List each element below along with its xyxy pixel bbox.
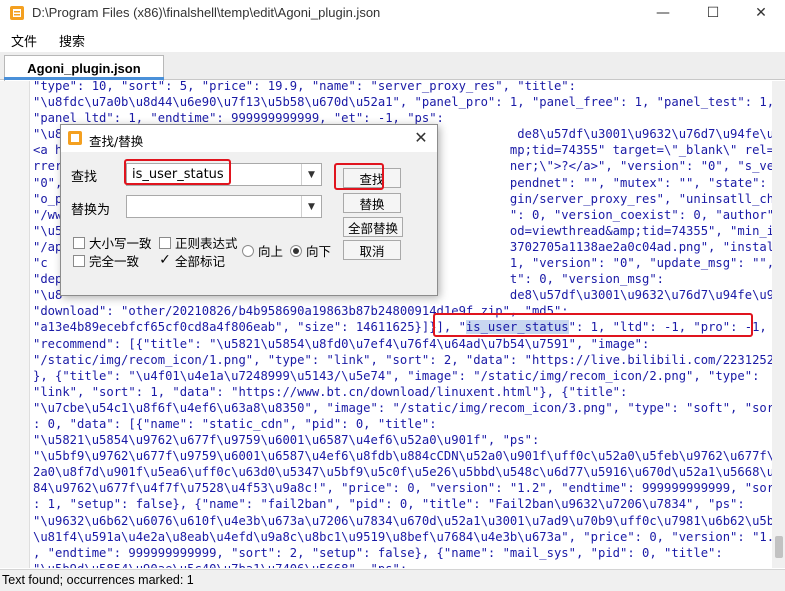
code-line[interactable]: "\u5b9d\u5854\u90ae\u5c40\u7ba1\u7406\u5… [33, 561, 772, 568]
menu-search[interactable]: 搜索 [59, 31, 85, 50]
replace-all-button[interactable]: 全部替换 [343, 217, 403, 237]
dialog-close-button[interactable]: ✕ [411, 128, 431, 147]
regex-label: 正则表达式 [175, 236, 238, 251]
whole-word-label: 完全一致 [89, 254, 140, 269]
radio-dot [242, 244, 254, 257]
menu-bar: 文件 搜索 [0, 27, 785, 51]
mark-all-checkbox[interactable]: ✓ 全部标记 [159, 251, 225, 270]
code-text: "recommend": [{"title": "\u5821\u5854\u8… [33, 336, 650, 351]
code-text: }, {"title": "\u4f01\u4e1a\u7248999\u514… [33, 368, 760, 383]
direction-up-label: 向上 [258, 244, 284, 259]
code-text: : 0, "data": [{"name": "static_cdn", "pi… [33, 416, 437, 431]
code-line[interactable]: \u81f4\u591a\u4e2a\u8eab\u4efd\u9a8c\u8b… [33, 529, 772, 545]
code-text: 2a0\u8f7d\u901f\u5ea6\uff0c\u63d0\u5347\… [33, 465, 772, 480]
code-line[interactable]: , "endtime": 999999999999, "sort": 2, "s… [33, 545, 772, 561]
direction-down-radio[interactable]: 向下 [290, 241, 331, 260]
code-text: \u81f4\u591a\u4e2a\u8eab\u4efd\u9a8c\u8b… [33, 529, 772, 544]
code-text: 84\u9762\u677f\u4f7f\u7528\u4f53\u9a8c!"… [33, 481, 772, 496]
code-line[interactable]: }, {"title": "\u4f01\u4e1a\u7248999\u514… [33, 368, 772, 384]
direction-down-label: 向下 [306, 244, 332, 259]
code-text: "\u5821\u5854\u9762\u677f\u9759\u6001\u6… [33, 433, 540, 448]
checkmark-icon: ✓ [159, 252, 171, 268]
code-text: "\u5b9d\u5854\u90ae\u5c40\u7ba1\u7406\u5… [33, 562, 407, 568]
case-sensitive-checkbox[interactable]: 大小写一致 [73, 233, 152, 252]
case-sensitive-label: 大小写一致 [89, 236, 152, 251]
code-text: "a13e4b89ecebfcf65cf0cd8a4f806eab", "siz… [33, 320, 466, 335]
status-bar: Text found; occurrences marked: 1 [0, 569, 785, 591]
regex-checkbox[interactable]: 正则表达式 [159, 233, 238, 252]
replace-dropdown-arrow-icon[interactable]: ▼ [301, 196, 321, 217]
replace-input[interactable]: ▼ [126, 195, 322, 218]
checkbox-box [73, 254, 85, 267]
annotation-match-box [433, 313, 753, 337]
vertical-scrollbar[interactable] [772, 81, 785, 568]
code-line[interactable]: "type": 10, "sort": 5, "price": 19.9, "n… [33, 81, 772, 94]
code-line[interactable]: "\u7cbe\u54c1\u8f6f\u4ef6\u63a8\u8350", … [33, 400, 772, 416]
minimize-button[interactable]: — [640, 0, 686, 26]
mark-all-label: 全部标记 [175, 254, 226, 269]
code-text: "\u8fdc\u7a0b\u8d44\u6e90\u7f13\u5b58\u6… [33, 95, 772, 110]
code-line[interactable]: "/static/img/recom_icon/1.png", "type": … [33, 352, 772, 368]
replace-button[interactable]: 替换 [343, 193, 401, 213]
code-text: "type": 10, "sort": 5, "price": 19.9, "n… [33, 81, 576, 93]
status-text: Text found; occurrences marked: 1 [2, 573, 194, 587]
window-title: D:\Program Files (x86)\finalshell\temp\e… [32, 5, 381, 20]
code-text: , "endtime": 999999999999, "sort": 2, "s… [33, 545, 723, 560]
find-dropdown-arrow-icon[interactable]: ▼ [301, 164, 321, 185]
menu-file[interactable]: 文件 [11, 31, 37, 50]
close-button[interactable]: ✕ [738, 0, 784, 26]
code-line[interactable]: "recommend": [{"title": "\u5821\u5854\u8… [33, 336, 772, 352]
code-line[interactable]: "\u5bf9\u9762\u677f\u9759\u6001\u6587\u4… [33, 448, 772, 464]
code-line[interactable]: "link", "sort": 1, "data": "https://www.… [33, 384, 772, 400]
direction-up-radio[interactable]: 向上 [242, 241, 283, 260]
code-text: "\u7cbe\u54c1\u8f6f\u4ef6\u63a8\u8350", … [33, 400, 772, 415]
dialog-titlebar: 查找/替换 ✕ [61, 125, 437, 152]
code-line[interactable]: : 0, "data": [{"name": "static_cdn", "pi… [33, 416, 772, 432]
dialog-title: 查找/替换 [89, 134, 144, 149]
dialog-app-icon [68, 131, 82, 145]
window-titlebar: D:\Program Files (x86)\finalshell\temp\e… [0, 0, 785, 26]
replace-label: 替换为 [71, 203, 111, 218]
code-text: : 1, "setup": false}, {"name": "fail2ban… [33, 497, 745, 512]
editor-gutter [0, 81, 30, 568]
active-tab-indicator [4, 77, 164, 80]
radio-dot-selected [290, 244, 302, 257]
tab-bar: Agoni_plugin.json [0, 52, 785, 81]
code-line[interactable]: : 1, "setup": false}, {"name": "fail2ban… [33, 496, 772, 512]
annotation-find-input-box [124, 159, 231, 185]
code-text: "\u5bf9\u9762\u677f\u9759\u6001\u6587\u4… [33, 449, 772, 464]
code-text: "link", "sort": 1, "data": "https://www.… [33, 384, 628, 399]
cancel-button[interactable]: 取消 [343, 240, 401, 260]
whole-word-checkbox[interactable]: 完全一致 [73, 251, 139, 270]
code-line[interactable]: 84\u9762\u677f\u4f7f\u7528\u4f53\u9a8c!"… [33, 480, 772, 496]
checkbox-box [159, 236, 171, 249]
code-line[interactable]: "\u9632\u6b62\u6076\u610f\u4e3b\u673a\u7… [33, 513, 772, 529]
code-text: "\u9632\u6b62\u6076\u610f\u4e3b\u673a\u7… [33, 513, 772, 528]
maximize-button[interactable]: ☐ [690, 0, 736, 26]
find-label: 查找 [71, 170, 98, 185]
app-icon [10, 6, 24, 20]
scrollbar-thumb[interactable] [775, 536, 783, 558]
checkbox-box [73, 236, 85, 249]
code-line[interactable]: 2a0\u8f7d\u901f\u5ea6\uff0c\u63d0\u5347\… [33, 464, 772, 480]
code-line[interactable]: "\u8fdc\u7a0b\u8d44\u6e90\u7f13\u5b58\u6… [33, 94, 772, 110]
annotation-find-button-box [334, 163, 384, 190]
tab-label: Agoni_plugin.json [27, 61, 141, 76]
code-text: "/static/img/recom_icon/1.png", "type": … [33, 352, 772, 367]
find-replace-dialog: 查找/替换 ✕ 查找 is_user_status ▼ 替换为 ▼ 查找 替换 … [60, 124, 438, 296]
code-line[interactable]: "\u5821\u5854\u9762\u677f\u9759\u6001\u6… [33, 432, 772, 448]
